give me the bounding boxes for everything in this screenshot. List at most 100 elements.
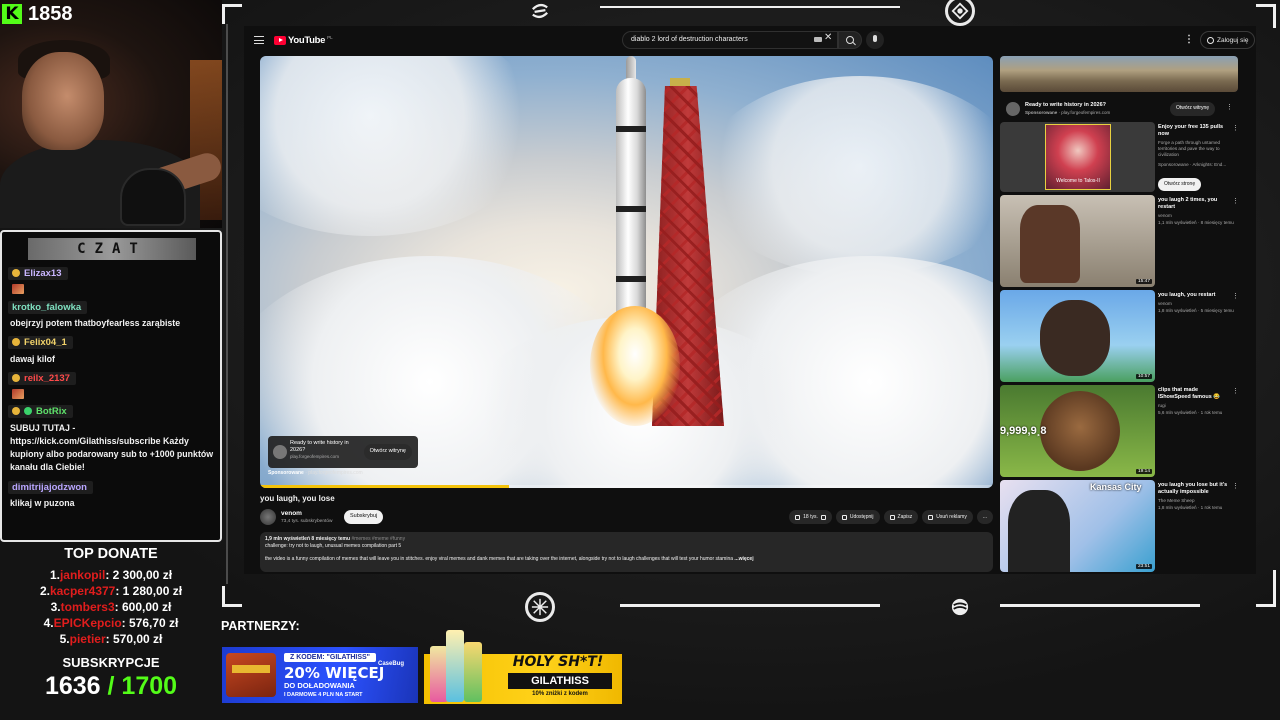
rec-item[interactable]: 15:47 you laugh 2 times, you restart ven… [1000,195,1240,289]
chat-username[interactable]: dimitrijajodzwon [12,482,87,493]
rocket-flame [590,306,680,426]
frame-corner [1273,4,1276,28]
kick-logo-icon: K [2,4,22,24]
top-donate-title: TOP DONATE [64,546,158,562]
donate-amount: : 1 280,00 zł [115,584,183,598]
rocket-band [616,206,646,212]
chat-username[interactable]: reilx_2137 [24,373,70,384]
rec-thumbnail[interactable]: Kansas City 23:51 [1000,480,1155,572]
keyboard-icon[interactable] [814,37,822,42]
rec-channel[interactable]: venom [1158,213,1172,218]
casebug-banner[interactable]: Z KODEM: "GILATHISS" CaseBug 20% WIĘCEJ … [222,647,418,703]
search-input[interactable]: diablo 2 lord of destruction characters [622,31,838,49]
more-options-icon[interactable]: ⋮ [1232,124,1239,132]
more-options-icon[interactable]: ⋮ [1232,197,1239,205]
video-duration: 19:14 [1135,469,1152,474]
ad-title: Ready to write history in 2026? [290,440,349,453]
chat-username[interactable]: Elizax13 [24,268,62,279]
rec-meta: 1,1 mln wyświetleń · 8 miesięcy temu [1158,220,1234,225]
like-button[interactable]: 18 tys. [789,510,832,524]
rec-thumbnail[interactable]: 9,999,9¸8 19:14 [1000,385,1155,477]
sidebar-ad-image[interactable] [1000,56,1238,92]
rocket-band [616,126,646,132]
video-description[interactable]: 1,9 mln wyświetleń 8 miesięcy temu #meme… [260,532,993,572]
donate-amount: : 600,00 zł [114,600,172,614]
thumb-caption: Kansas City [1090,482,1142,492]
streamer-head [22,52,104,150]
desc-tags[interactable]: #memes #meme #funny [351,536,405,542]
casebug-line2: DO DOŁADOWANIA [284,681,355,690]
youtube-topbar: YouTube PL diablo 2 lord of destruction … [244,26,1256,54]
channel-avatar[interactable] [260,509,276,525]
voice-search-button[interactable] [866,31,884,49]
rec-item[interactable]: Kansas City 23:51 you laugh you lose but… [1000,480,1240,574]
thumbs-down-icon[interactable] [820,514,826,520]
rec-thumbnail[interactable]: 15:47 [1000,195,1155,287]
more-options-icon[interactable]: ⋮ [1232,387,1239,395]
donate-rank: 1. [49,568,60,582]
remove-ads-button[interactable]: Usuń reklamy [922,510,973,524]
sidebar-ad-button[interactable]: Otwórz witrynę [1170,102,1216,116]
ad-open-button[interactable]: Otwórz witrynę [363,444,412,460]
country-code: PL [327,34,333,40]
emote-icon [12,389,24,399]
share-icon [841,514,847,520]
frame-corner [222,604,242,607]
rec-channel[interactable]: The Meme Sheep [1158,498,1195,503]
clear-search-icon[interactable]: ✕ [824,32,832,43]
overlay-ad-card[interactable]: Ready to write history in 2026? play.for… [268,436,418,468]
sign-in-button[interactable]: Zaloguj się [1200,31,1256,49]
chat-text: dawaj kilof [8,351,216,366]
rocket-band [616,276,646,282]
video-title: you laugh, you lose [260,494,335,503]
desc-line: challenge: try not to laugh, unusual mem… [265,543,402,549]
channel-name[interactable]: venom [281,510,302,517]
search-button[interactable] [838,31,862,49]
video-progress-bar[interactable] [260,485,993,488]
desc-line-2: the video is a funny compilation of meme… [265,556,988,563]
drink-code: GILATHISS [508,673,612,689]
donate-row: 4.EPICKepcio: 576,70 zł [0,615,222,631]
subscribe-button[interactable]: Subskrybuj [344,510,384,524]
save-button[interactable]: Zapisz [883,510,919,524]
menu-icon[interactable] [254,36,264,44]
chat-text: klikaj w puzona [8,495,216,510]
more-options-icon[interactable]: ⋮ [1226,103,1233,111]
video-player[interactable]: Ready to write history in 2026? play.for… [260,56,993,488]
rec-item[interactable]: 9,999,9¸8 19:14 clips that made IShowSpe… [1000,385,1240,479]
more-actions-button[interactable]: ... [976,510,993,524]
chat-message: krotko_falowka obejrzyj potem thatboyfea… [8,297,216,330]
youtube-logo[interactable]: YouTube PL [274,35,333,46]
sub-badge-icon [12,269,20,277]
sidebar-ad-title[interactable]: Ready to write history in 2026? [1025,102,1106,108]
frame-corner [222,4,242,7]
rec-item[interactable]: 10:57 you laugh, you restart venom 1,8 m… [1000,290,1240,384]
rec-channel[interactable]: venom [1158,301,1172,306]
wave-logo-icon [945,592,975,622]
top-donate-list: 1.jankopil: 2 300,00 zł 2.kacper4377: 1 … [0,567,222,647]
rec-thumbnail[interactable]: Welcome to Talos-II [1000,122,1155,192]
frame-corner [222,4,225,24]
ad-sponsored-url[interactable]: play.forgeofempires.com [308,470,362,476]
chat-username[interactable]: BotRix [36,406,67,417]
more-options-icon[interactable]: ⋮ [1184,34,1194,45]
chat-username[interactable]: krotko_falowka [12,302,81,313]
share-button[interactable]: Udostępnij [835,510,880,524]
rec-channel[interactable]: rugi [1158,403,1166,408]
share-label: Udostępnij [849,514,874,520]
rec-thumbnail[interactable]: 10:57 [1000,290,1155,382]
rec-item[interactable]: Welcome to Talos-II Enjoy your free 135 … [1000,122,1240,194]
chat-panel: CZAT Elizax13 krotko_falowka obejrzyj po… [0,230,222,542]
rec-open-button[interactable]: Otwórz stronę [1158,178,1202,191]
rec-meta: Sponsorowane · Arknights: End... [1158,162,1227,167]
partners-label: PARTNERZY: [221,619,300,633]
chat-username[interactable]: Felix04_1 [24,337,67,348]
more-options-icon[interactable]: ⋮ [1232,482,1239,490]
show-more-link[interactable]: ...więcej [734,556,753,562]
donor-name: tombers3 [60,600,115,614]
more-options-icon[interactable]: ⋮ [1232,292,1239,300]
webcam-feed [0,0,222,228]
drink-title: HOLY SH*T! [512,654,604,670]
microphone [120,168,186,226]
chat-message: dimitrijajodzwon klikaj w puzona [8,477,216,510]
